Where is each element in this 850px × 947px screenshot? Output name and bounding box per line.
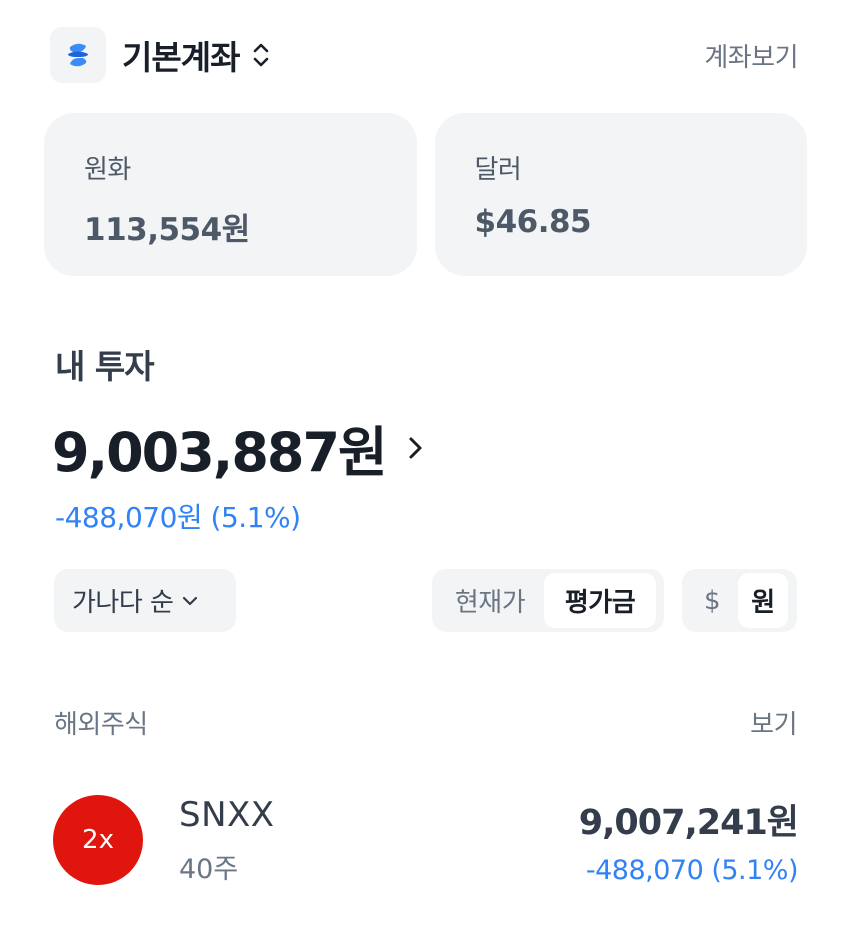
investment-title: 내 투자 bbox=[55, 347, 155, 386]
stock-logo: 2x bbox=[53, 795, 143, 885]
krw-balance-card[interactable]: 원화 113,554원 bbox=[44, 113, 417, 276]
stock-change: -488,070 (5.1%) bbox=[585, 855, 799, 886]
account-header: 기본계좌 계좌보기 bbox=[50, 26, 798, 84]
current-price-option[interactable]: 현재가 bbox=[436, 573, 544, 628]
app-logo-icon bbox=[50, 27, 106, 83]
section-more-link[interactable]: 보기 bbox=[750, 704, 797, 741]
usd-balance-label: 달러 bbox=[474, 155, 522, 185]
usd-balance-card[interactable]: 달러 $46.85 bbox=[434, 113, 807, 276]
stock-row[interactable]: 2x SNXX 40주 9,007,241원 -488,070 (5.1%) bbox=[53, 794, 799, 886]
currency-toggle: $ 원 bbox=[682, 569, 797, 632]
sort-dropdown[interactable]: 가나다 순 bbox=[54, 569, 236, 632]
krw-balance-label: 원화 bbox=[84, 155, 131, 185]
investment-total-link[interactable]: 9,003,887원 bbox=[52, 408, 424, 487]
stock-values: 9,007,241원 -488,070 (5.1%) bbox=[578, 794, 799, 886]
view-accounts-link[interactable]: 계좌보기 bbox=[704, 37, 798, 74]
chevron-down-icon bbox=[181, 594, 199, 608]
krw-option[interactable]: 원 bbox=[738, 573, 788, 628]
price-mode-toggle: 현재가 평가금 bbox=[432, 569, 664, 632]
valuation-option[interactable]: 평가금 bbox=[544, 573, 656, 628]
usd-balance-value: $46.85 bbox=[474, 204, 592, 240]
investment-total: 9,003,887원 bbox=[52, 421, 388, 484]
balance-cards: 원화 113,554원 달러 $46.85 bbox=[44, 113, 807, 276]
stock-quantity: 40주 bbox=[179, 853, 239, 885]
stock-info: SNXX 40주 bbox=[179, 795, 275, 886]
account-selector[interactable]: 기본계좌 bbox=[122, 31, 240, 79]
section-title: 해외주식 bbox=[54, 710, 148, 740]
sort-label: 가나다 순 bbox=[72, 588, 174, 618]
overseas-stocks-header: 해외주식 보기 bbox=[54, 704, 797, 741]
chevron-right-icon bbox=[408, 434, 424, 462]
stock-amount: 9,007,241원 bbox=[578, 803, 799, 843]
krw-balance-value: 113,554원 bbox=[84, 212, 250, 248]
stock-name: SNXX bbox=[179, 794, 275, 835]
usd-option[interactable]: $ bbox=[686, 573, 738, 628]
investment-change: -488,070원 (5.1%) bbox=[55, 501, 301, 534]
up-down-chevron-icon[interactable] bbox=[251, 40, 271, 70]
